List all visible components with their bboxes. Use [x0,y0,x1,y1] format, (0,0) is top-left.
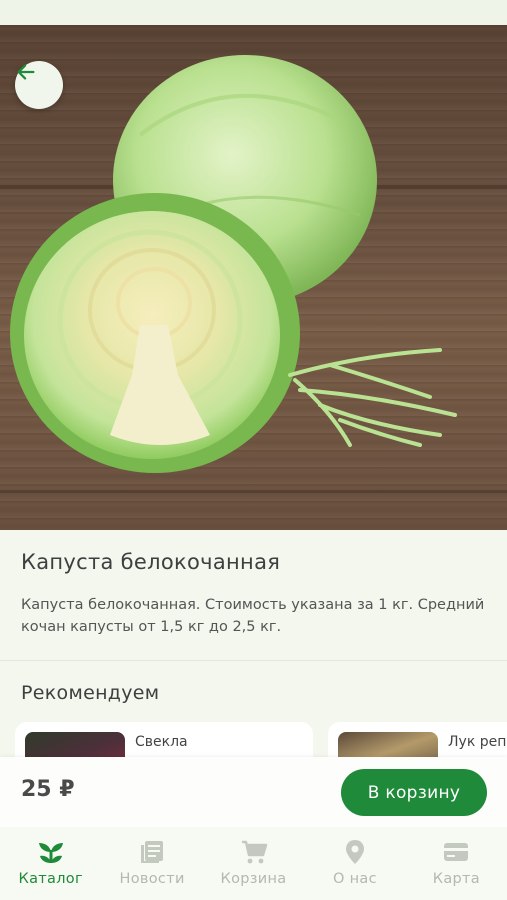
nav-item-cart[interactable]: Корзина [203,827,304,900]
add-to-cart-button[interactable]: В корзину [341,769,487,816]
cart-icon [241,840,267,864]
product-image [0,25,507,530]
divider [0,660,507,661]
product-title: Капуста белокочанная [21,550,281,574]
product-price: 25 ₽ [21,777,75,802]
nav-label-catalog: Каталог [18,871,83,887]
arrow-left-icon [17,64,35,80]
news-icon [141,841,164,863]
nav-label-card: Карта [432,871,480,887]
bottom-navigation: Каталог Новости Корзина О нас Карта [0,827,507,900]
nav-item-news[interactable]: Новости [101,827,202,900]
nav-item-about[interactable]: О нас [304,827,405,900]
product-description: Капуста белокочанная. Стоимость указана … [21,597,485,635]
status-bar [0,0,507,25]
sprout-icon [38,843,63,863]
recommendations-title: Рекомендуем [21,682,160,704]
nav-label-news: Новости [119,871,185,887]
card-icon [444,843,469,861]
recommendation-name: Лук репчатый [448,734,507,750]
cabbage-illustration [0,55,507,493]
nav-item-catalog[interactable]: Каталог [0,827,101,900]
nav-label-about: О нас [332,871,377,887]
nav-item-card[interactable]: Карта [406,827,507,900]
back-button[interactable] [15,61,63,109]
location-pin-icon [345,840,364,864]
purchase-bar: 25 ₽ В корзину [0,757,507,827]
nav-label-cart: Корзина [220,871,287,887]
recommendation-name: Свекла [135,734,188,750]
